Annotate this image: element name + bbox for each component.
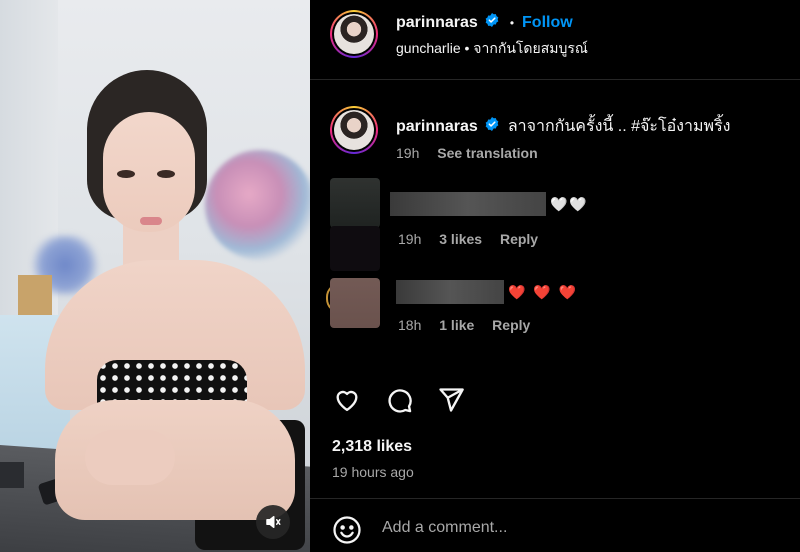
- commenter-username-blurred[interactable]: [396, 280, 504, 304]
- commenter-avatar[interactable]: [330, 178, 380, 228]
- see-translation-button[interactable]: See translation: [437, 145, 537, 161]
- person-lips: [140, 217, 162, 225]
- collab-username[interactable]: guncharlie: [396, 40, 461, 56]
- post-timestamp[interactable]: 19 hours ago: [332, 464, 414, 480]
- comment-button[interactable]: [382, 383, 416, 417]
- subtitle-separator: •: [464, 40, 470, 56]
- comment-meta: 18h 1 like Reply: [398, 317, 530, 333]
- comment-bubble-icon: [388, 389, 412, 413]
- caption-timestamp[interactable]: 19h: [396, 145, 419, 161]
- caption-row: parinnaras ลาจากกันครั้งนี้ .. #จ๊ะโอ๋งา…: [396, 114, 730, 139]
- caption-author-avatar[interactable]: [330, 106, 378, 154]
- caption-meta: 19h See translation: [396, 145, 538, 161]
- comment-timestamp[interactable]: 18h: [398, 317, 421, 333]
- commenter-avatar-blurred: [330, 226, 380, 271]
- like-button[interactable]: [330, 383, 364, 417]
- likes-count[interactable]: 2,318 likes: [332, 438, 412, 456]
- commenter-avatar[interactable]: [330, 278, 380, 328]
- post-subtitle: guncharlie • จากกันโดยสมบูรณ์: [396, 38, 588, 60]
- comment-likes[interactable]: 3 likes: [439, 231, 482, 247]
- caption-author-username[interactable]: parinnaras: [396, 118, 478, 136]
- person-eye-right: [157, 170, 175, 178]
- author-row: parinnaras • Follow: [396, 12, 573, 33]
- comment-meta: 19h 3 likes Reply: [398, 231, 538, 247]
- share-button[interactable]: [434, 383, 468, 417]
- post-media[interactable]: [0, 0, 310, 552]
- person-figure: [45, 70, 305, 552]
- person-hands: [85, 430, 175, 485]
- verified-badge-icon: [484, 116, 500, 137]
- post-details-panel: parinnaras • Follow guncharlie • จากกันโ…: [310, 0, 800, 552]
- speaker-muted-icon: [266, 516, 281, 528]
- laptop: [0, 462, 24, 488]
- commenter-username-blurred[interactable]: [390, 192, 546, 216]
- heart-icon: [336, 390, 358, 412]
- post-actions: [330, 383, 468, 417]
- comment-timestamp[interactable]: 19h: [398, 231, 421, 247]
- add-comment-row: [310, 499, 800, 552]
- comment-text: 🤍🤍: [550, 196, 589, 212]
- reply-button[interactable]: Reply: [500, 231, 538, 247]
- author-username[interactable]: parinnaras: [396, 14, 478, 32]
- emoji-button[interactable]: [332, 515, 362, 545]
- comment-text: ❤️ ❤️ ❤️: [508, 284, 579, 300]
- reply-button[interactable]: Reply: [492, 317, 530, 333]
- mute-button[interactable]: [256, 505, 290, 539]
- location-text[interactable]: จากกันโดยสมบูรณ์: [473, 40, 588, 56]
- verified-badge-icon: [484, 12, 500, 33]
- comment-likes[interactable]: 1 like: [439, 317, 474, 333]
- author-avatar[interactable]: [330, 10, 378, 58]
- smiley-icon: [333, 516, 361, 544]
- caption-text: ลาจากกันครั้งนี้ .. #จ๊ะโอ๋งามพริ้ง: [507, 118, 731, 135]
- comment-input[interactable]: [382, 513, 782, 543]
- separator-dot: •: [509, 15, 515, 30]
- paper-plane-icon: [439, 388, 464, 412]
- follow-button[interactable]: Follow: [522, 14, 573, 32]
- person-eye-left: [117, 170, 135, 178]
- post-header: parinnaras • Follow guncharlie • จากกันโ…: [310, 0, 800, 80]
